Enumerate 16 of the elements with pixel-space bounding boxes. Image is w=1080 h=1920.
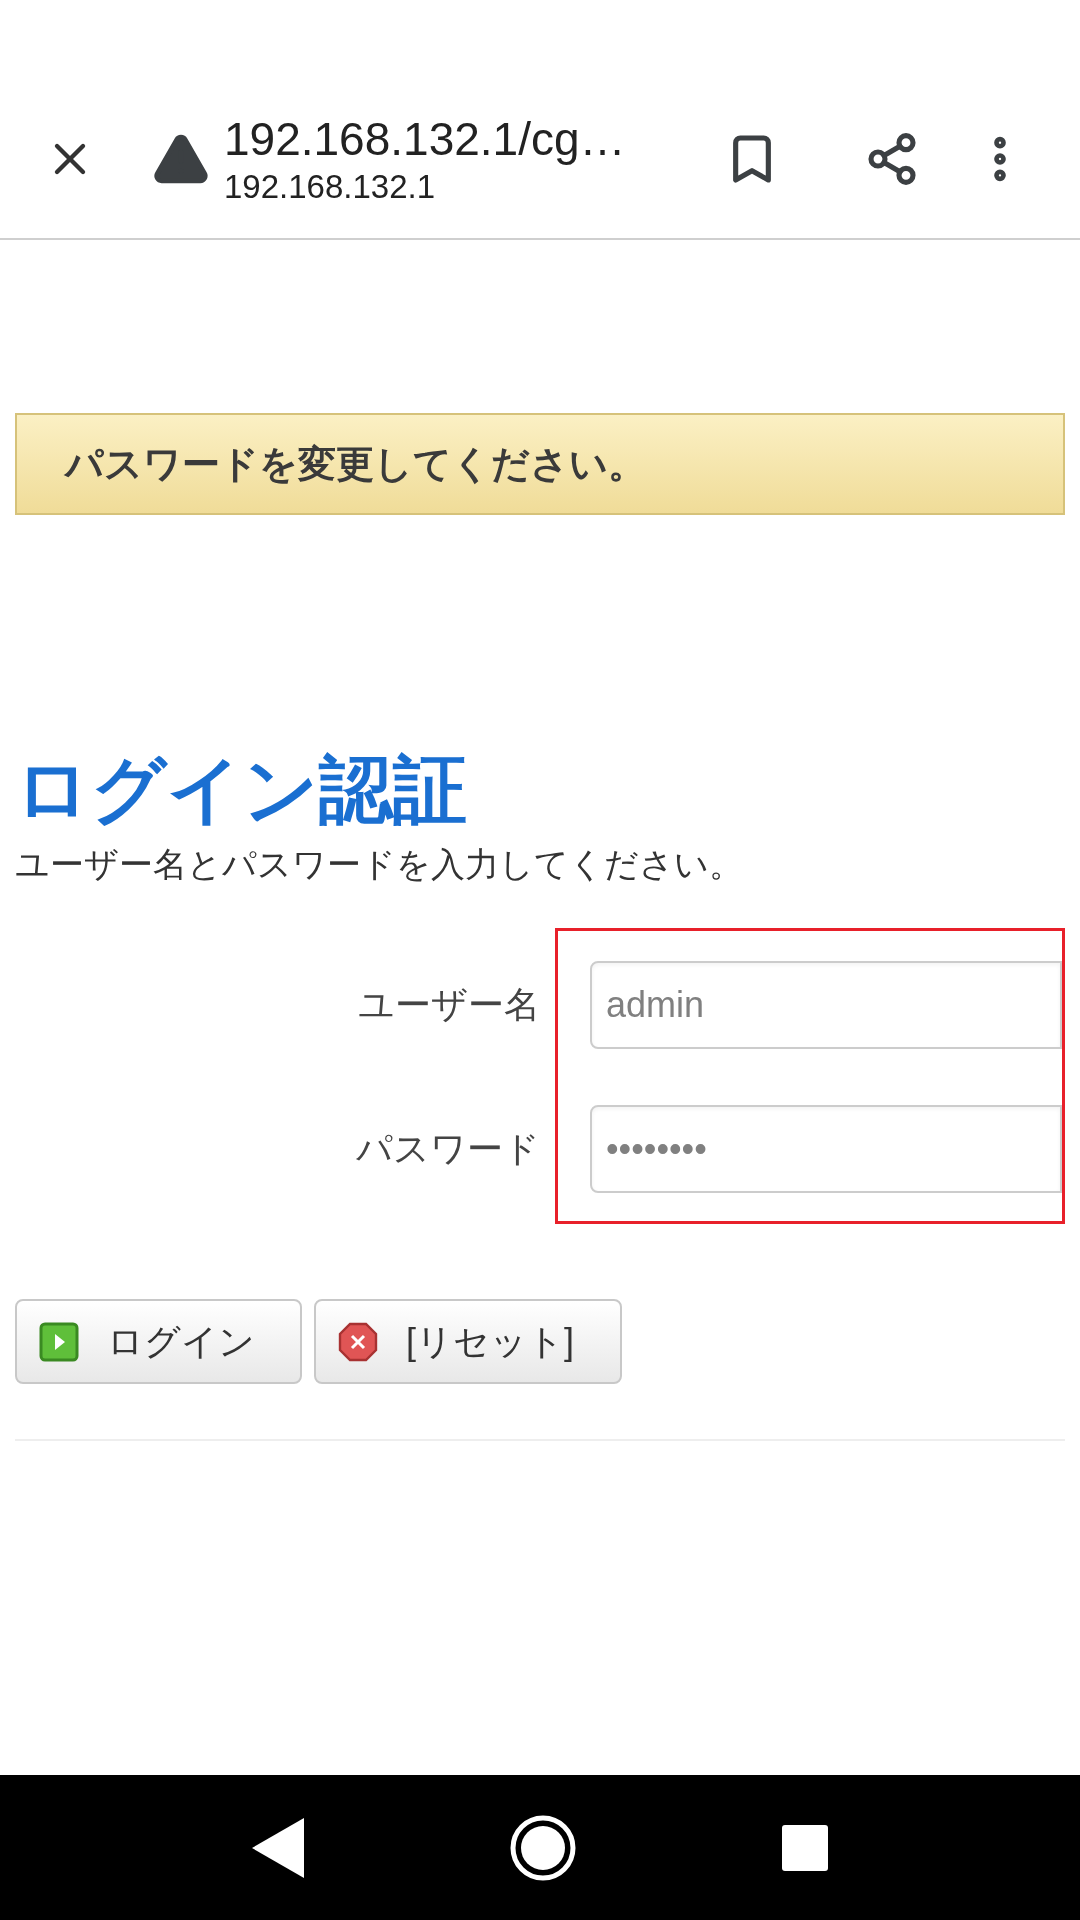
- page-url: 192.168.132.1: [224, 167, 437, 207]
- field-label: ユーザー名: [358, 983, 540, 1027]
- recents-icon[interactable]: [781, 1824, 828, 1871]
- page-title: 192.168.132.1/cg…: [224, 112, 627, 167]
- page-heading: ログイン認証: [15, 747, 468, 833]
- play-icon: [39, 1321, 79, 1362]
- instruction-text: ユーザー名とパスワードを入力してください。: [15, 844, 744, 885]
- field-label: パスワード: [356, 1127, 540, 1171]
- input-field[interactable]: ••••••••: [590, 1105, 1062, 1193]
- back-icon[interactable]: [252, 1817, 305, 1878]
- login-button[interactable]: ログイン: [15, 1299, 302, 1384]
- home-icon[interactable]: [509, 1813, 577, 1882]
- cancel-icon: [338, 1321, 378, 1362]
- reset-button[interactable]: [リセット]: [314, 1299, 622, 1384]
- notice-text: パスワードを変更してください。: [65, 441, 646, 487]
- input-field[interactable]: admin: [590, 961, 1062, 1049]
